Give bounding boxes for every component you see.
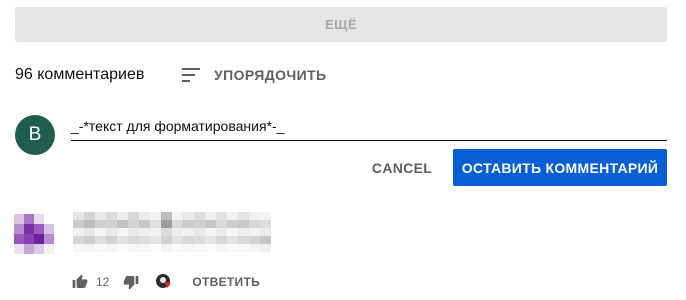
- creator-heart-icon: ♥: [156, 274, 172, 291]
- comment-actions: 12 ♥ ОТВЕТИТЬ: [72, 272, 260, 292]
- comment-input[interactable]: _-*текст для форматирования*-_: [71, 112, 667, 141]
- submit-comment-button[interactable]: ОСТАВИТЬ КОММЕНТАРИЙ: [453, 149, 667, 186]
- thumbs-up-icon[interactable]: [72, 274, 88, 290]
- cancel-button[interactable]: CANCEL: [362, 150, 442, 186]
- sort-lines-icon: [182, 67, 202, 83]
- avatar-letter: B: [28, 124, 42, 145]
- sort-label: УПОРЯДОЧИТЬ: [214, 67, 327, 83]
- sort-button[interactable]: УПОРЯДОЧИТЬ: [182, 64, 327, 86]
- reply-button[interactable]: ОТВЕТИТЬ: [192, 275, 260, 289]
- comment-input-text: _-*текст для форматирования*-_: [71, 118, 285, 134]
- thumbs-down-icon[interactable]: [123, 274, 139, 290]
- user-avatar[interactable]: B: [15, 115, 55, 155]
- comments-count: 96 комментариев: [15, 66, 145, 83]
- show-more-button[interactable]: ЕЩЁ: [15, 7, 667, 42]
- redacted-comment-text: [73, 212, 271, 252]
- redacted-avatar: [14, 214, 54, 254]
- like-count: 12: [96, 275, 110, 289]
